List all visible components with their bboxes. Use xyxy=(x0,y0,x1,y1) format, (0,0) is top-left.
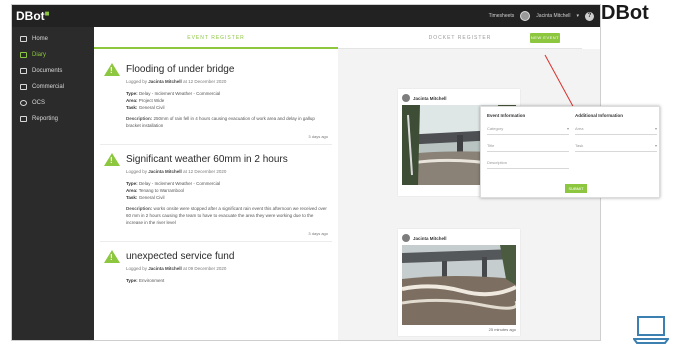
sidebar-item-documents[interactable]: Documents xyxy=(12,63,94,79)
event-task: Task: General Civil xyxy=(126,195,165,200)
sidebar-item-home[interactable]: Home xyxy=(12,31,94,47)
river-flood-photo[interactable] xyxy=(402,245,516,325)
event-title[interactable]: Flooding of under bridge xyxy=(126,64,234,75)
sidebar-item-commercial[interactable]: Commercial xyxy=(12,79,94,95)
sidebar-item-diary[interactable]: Diary xyxy=(12,47,94,63)
sidebar: Home Diary Documents Commercial OCS Repo… xyxy=(12,27,94,340)
event-card[interactable]: ! unexpected service fund Logged by Jaci… xyxy=(100,242,332,289)
card-timestamp: 25 minutes ago xyxy=(488,327,516,332)
event-logged-by: Logged by Jacinta Mitchell at 12 Decembe… xyxy=(126,169,227,174)
event-task: Task: General Civil xyxy=(126,105,165,110)
event-card[interactable]: ! Flooding of under bridge Logged by Jac… xyxy=(100,55,332,145)
new-event-form: Event Information Category ▾ Title Descri… xyxy=(480,106,660,198)
event-type: Type: Delay - Inclement Weather - Commer… xyxy=(126,181,221,186)
warning-icon: ! xyxy=(104,153,120,166)
tab-event-register[interactable]: EVENT REGISTER xyxy=(94,27,338,49)
event-title[interactable]: Significant weather 60mm in 2 hours xyxy=(126,154,288,165)
sidebar-item-ocs[interactable]: OCS xyxy=(12,95,94,111)
user-avatar[interactable] xyxy=(520,11,531,21)
task-select[interactable]: Task ▾ xyxy=(575,140,657,152)
event-description: Description: 250mm of rain fell in 4 hou… xyxy=(126,116,315,128)
event-card[interactable]: ! Significant weather 60mm in 2 hours Lo… xyxy=(100,145,332,242)
chevron-down-icon[interactable]: ▾ xyxy=(576,13,579,19)
top-bar: DBot■ Timesheets Jacinta Mitchell ▾ ? xyxy=(12,5,600,27)
app-logo[interactable]: DBot■ xyxy=(12,9,94,23)
screenshot-stage: DBot DBot■ Timesheets Jacinta Mitchell ▾… xyxy=(0,0,679,353)
event-description: Description: works onsite were stopped a… xyxy=(126,206,327,225)
event-area: Area: Project Wide xyxy=(126,98,165,103)
card-author: Jacinta Mitchell xyxy=(413,95,447,101)
sidebar-item-label: OCS xyxy=(32,100,46,106)
topbar-right: Timesheets Jacinta Mitchell ▾ ? xyxy=(489,11,600,21)
help-icon[interactable]: ? xyxy=(585,11,594,21)
sidebar-item-label: Home xyxy=(32,36,49,42)
checkbox-icon xyxy=(20,116,27,122)
event-area: Area: Tenang to Warrambool xyxy=(126,188,185,193)
avatar xyxy=(402,94,410,102)
photo-card[interactable]: Jacinta Mitchell 25 minutes ago xyxy=(398,229,520,336)
user-menu-name[interactable]: Jacinta Mitchell xyxy=(536,13,570,19)
sidebar-item-label: Documents xyxy=(32,68,63,74)
timesheets-link[interactable]: Timesheets xyxy=(489,13,515,19)
event-feed: ! Flooding of under bridge Logged by Jac… xyxy=(94,49,338,340)
chevron-down-icon: ▾ xyxy=(566,126,569,131)
documents-icon xyxy=(20,68,27,74)
home-icon xyxy=(20,36,27,42)
new-event-button[interactable]: NEW EVENT xyxy=(530,33,560,43)
area-select[interactable]: Area ▾ xyxy=(575,123,657,135)
chevron-down-icon: ▾ xyxy=(654,143,657,148)
section-heading: Event Information xyxy=(487,113,526,118)
event-type: Type: Environment xyxy=(126,278,165,283)
event-logged-by: Logged by Jacinta Mitchell at 09 Decembe… xyxy=(126,266,227,271)
sidebar-item-reporting[interactable]: Reporting xyxy=(12,111,94,127)
event-title[interactable]: unexpected service fund xyxy=(126,251,234,262)
laptop-icon xyxy=(633,316,669,344)
target-icon xyxy=(20,100,27,106)
sidebar-item-label: Diary xyxy=(32,52,47,58)
event-logged-by: Logged by Jacinta Mitchell at 12 Decembe… xyxy=(126,79,227,84)
warning-icon: ! xyxy=(104,250,120,263)
chevron-down-icon: ▾ xyxy=(654,126,657,131)
title-input[interactable]: Title xyxy=(487,140,569,152)
monitor-icon xyxy=(20,84,27,90)
sidebar-item-label: Reporting xyxy=(32,116,59,122)
register-tabs: EVENT REGISTER DOCKET REGISTER xyxy=(94,27,600,49)
event-timestamp: 3 days ago xyxy=(308,134,328,139)
submit-button[interactable]: SUBMIT xyxy=(565,184,587,193)
event-information-section: Event Information Category ▾ Title Descri… xyxy=(487,113,569,174)
event-timestamp: 3 days ago xyxy=(308,231,328,236)
sidebar-item-label: Commercial xyxy=(32,84,65,90)
corner-brand-text: DBot xyxy=(601,2,649,24)
avatar xyxy=(402,234,410,242)
section-heading: Additional Information xyxy=(575,113,623,118)
book-icon xyxy=(20,52,27,58)
description-input[interactable]: Description xyxy=(487,157,569,169)
event-type: Type: Delay - Inclement Weather - Commer… xyxy=(126,91,221,96)
warning-icon: ! xyxy=(104,63,120,76)
category-select[interactable]: Category ▾ xyxy=(487,123,569,135)
card-author: Jacinta Mitchell xyxy=(413,235,447,241)
additional-information-section: Additional Information Area ▾ Task ▾ xyxy=(575,113,657,157)
